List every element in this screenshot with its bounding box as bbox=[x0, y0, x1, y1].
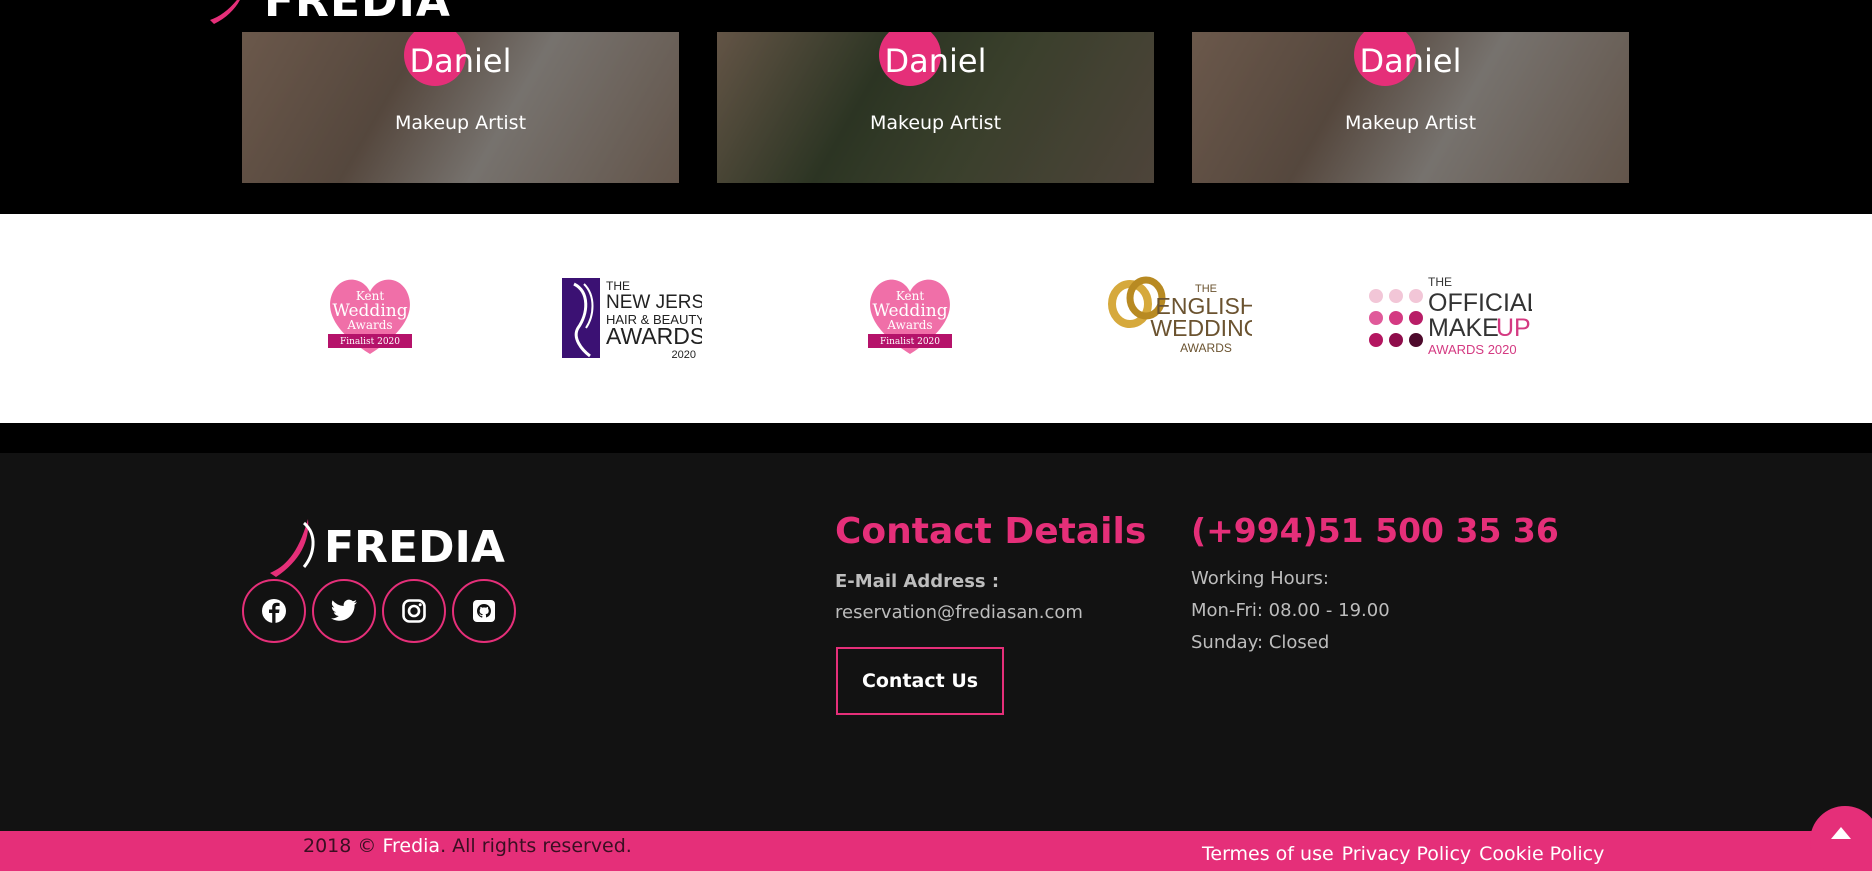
team-member-name: Daniel bbox=[409, 42, 512, 80]
svg-text:Finalist 2020: Finalist 2020 bbox=[880, 337, 940, 347]
github-icon bbox=[473, 600, 495, 622]
logo-wing-icon bbox=[210, 0, 240, 24]
team-member-name: Daniel bbox=[884, 42, 987, 80]
logo-text: FREDIA bbox=[264, 0, 451, 27]
team-card[interactable]: Daniel Makeup Artist bbox=[1192, 32, 1629, 183]
footer: FREDIA Contact Details E-Mail Address: … bbox=[0, 453, 1872, 831]
facebook-link[interactable] bbox=[242, 579, 306, 643]
facebook-icon bbox=[262, 599, 286, 623]
svg-text:NEW JERSEY: NEW JERSEY bbox=[606, 292, 702, 313]
footer-logo-text: FREDIA bbox=[324, 521, 505, 573]
privacy-policy-link[interactable]: Privacy Policy bbox=[1342, 843, 1471, 865]
terms-link[interactable]: Termes of use bbox=[1202, 843, 1334, 865]
email-link[interactable]: reservation@frediasan.com bbox=[835, 602, 1083, 623]
dots-icon: THE OFFICIAL MAKE UP AWARDS 2020 bbox=[1369, 275, 1541, 357]
copyright-suffix: . All rights reserved. bbox=[440, 835, 632, 857]
contact-details-heading: Contact Details bbox=[835, 511, 1147, 552]
svg-text:Finalist 2020: Finalist 2020 bbox=[340, 337, 400, 347]
svg-text:MAKE: MAKE bbox=[1428, 314, 1499, 342]
award-logo-kent-wedding: Kent Wedding Awards Finalist 2020 bbox=[322, 270, 418, 360]
team-card[interactable]: Daniel Makeup Artist bbox=[242, 32, 679, 183]
svg-text:2020: 2020 bbox=[672, 349, 696, 360]
logo-wing-icon bbox=[270, 519, 315, 577]
svg-text:OFFICIAL: OFFICIAL bbox=[1428, 289, 1532, 317]
svg-text:THE: THE bbox=[1428, 275, 1452, 289]
team-member-role: Makeup Artist bbox=[394, 112, 527, 134]
awards-band: Kent Wedding Awards Finalist 2020 THE NE… bbox=[0, 214, 1872, 423]
svg-text:AWARDS: AWARDS bbox=[606, 323, 702, 349]
footer-logo[interactable]: FREDIA bbox=[264, 515, 505, 579]
hours-weekdays: Mon-Fri: 08.00 - 19.00 bbox=[1191, 600, 1390, 621]
instagram-link[interactable] bbox=[382, 579, 446, 643]
instagram-icon bbox=[402, 599, 426, 623]
github-link[interactable] bbox=[452, 579, 516, 643]
svg-text:WEDDING: WEDDING bbox=[1150, 315, 1252, 341]
social-links bbox=[242, 579, 516, 643]
team-card[interactable]: Daniel Makeup Artist bbox=[717, 32, 1154, 183]
heart-icon: Kent Wedding Awards Finalist 2020 bbox=[868, 279, 952, 354]
copyright: 2018 © Fredia. All rights reserved. bbox=[303, 835, 632, 857]
arrow-up-icon bbox=[1831, 827, 1851, 839]
svg-text:Awards: Awards bbox=[886, 318, 932, 332]
award-logo-new-jersey: THE NEW JERSEY HAIR & BEAUTY AWARDS 2020 bbox=[560, 270, 730, 361]
working-hours: Working Hours: Mon-Fri: 08.00 - 19.00 Su… bbox=[1191, 563, 1390, 659]
header-logo[interactable]: FREDIA bbox=[204, 0, 451, 26]
twitter-icon bbox=[331, 599, 357, 621]
phone-number[interactable]: (+994)51 500 35 36 bbox=[1191, 511, 1559, 550]
team-member-name: Daniel bbox=[1359, 42, 1462, 80]
contact-us-button[interactable]: Contact Us bbox=[836, 647, 1004, 715]
team-member-role: Makeup Artist bbox=[1344, 112, 1477, 134]
cookie-policy-link[interactable]: Cookie Policy bbox=[1479, 843, 1604, 865]
twitter-link[interactable] bbox=[312, 579, 376, 643]
hours-label: Working Hours: bbox=[1191, 568, 1329, 589]
award-logo-official-makeup: THE OFFICIAL MAKE UP AWARDS 2020 bbox=[1366, 270, 1541, 360]
page: FREDIA Daniel Makeup Artist Daniel Makeu… bbox=[0, 0, 1872, 871]
heart-icon: Kent Wedding Awards Finalist 2020 bbox=[328, 279, 412, 354]
hours-sunday: Sunday: Closed bbox=[1191, 632, 1330, 653]
email-label: E-Mail Address : bbox=[835, 571, 1000, 592]
team-member-role: Makeup Artist bbox=[869, 112, 1002, 134]
svg-text:AWARDS: AWARDS bbox=[1180, 341, 1232, 355]
copyright-brand-link[interactable]: Fredia bbox=[382, 835, 440, 857]
svg-text:AWARDS 2020: AWARDS 2020 bbox=[1428, 342, 1517, 357]
bottom-bar: 2018 © Fredia. All rights reserved. Term… bbox=[0, 831, 1872, 871]
rings-icon: THE ENGLISH WEDDING AWARDS bbox=[1108, 276, 1262, 355]
svg-text:THE: THE bbox=[606, 279, 630, 293]
award-logo-kent-wedding: Kent Wedding Awards Finalist 2020 bbox=[862, 270, 958, 360]
legal-links: Termes of use Privacy Policy Cookie Poli… bbox=[1202, 843, 1604, 865]
svg-text:UP: UP bbox=[1496, 314, 1531, 342]
award-logo-english-wedding: THE ENGLISH WEDDING AWARDS bbox=[1106, 270, 1262, 360]
team-section: FREDIA Daniel Makeup Artist Daniel Makeu… bbox=[0, 0, 1872, 214]
svg-text:Awards: Awards bbox=[346, 318, 392, 332]
copyright-prefix: 2018 © bbox=[303, 835, 377, 857]
back-to-top-button[interactable] bbox=[1810, 806, 1872, 871]
